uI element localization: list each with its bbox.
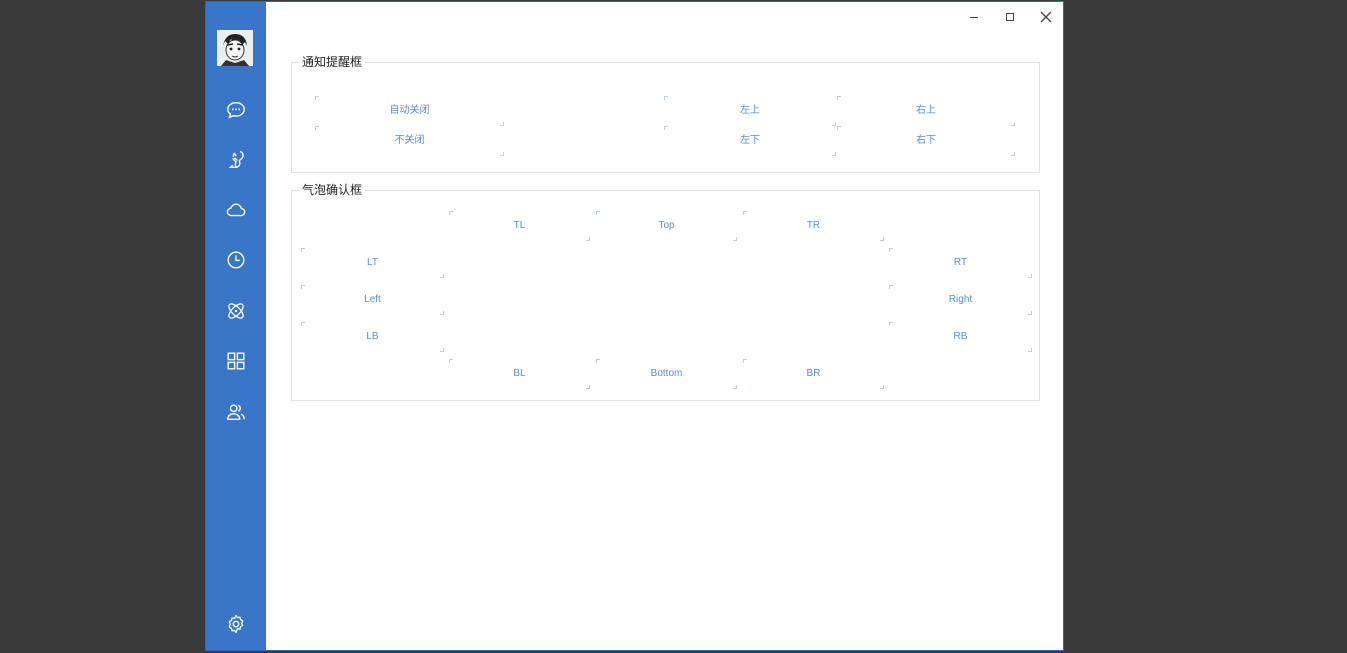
- lt-button[interactable]: LT: [301, 248, 444, 278]
- cloud-icon: [226, 203, 246, 217]
- top-button[interactable]: Top: [596, 211, 737, 241]
- top-left-button[interactable]: 左上: [664, 96, 836, 126]
- no-close-button[interactable]: 不关闭: [315, 126, 504, 156]
- gear-icon: [228, 614, 244, 634]
- nav-history-button[interactable]: [221, 245, 251, 275]
- lb-button[interactable]: LB: [301, 322, 444, 352]
- right-button[interactable]: Right: [889, 285, 1032, 315]
- rt-button[interactable]: RT: [889, 248, 1032, 278]
- top-right-button[interactable]: 右上: [837, 96, 1015, 126]
- settings-button[interactable]: [221, 609, 251, 639]
- atom-icon: [228, 303, 244, 319]
- squirrel-icon: [228, 151, 244, 169]
- br-button[interactable]: BR: [743, 359, 884, 389]
- nav-cloud-button[interactable]: [221, 195, 251, 225]
- bottom-left-button[interactable]: 左下: [664, 126, 836, 156]
- rb-button[interactable]: RB: [889, 322, 1032, 352]
- notification-groupbox: 通知提醒框 自动关闭 不关闭 左上 左下 右上 右下: [291, 54, 1040, 173]
- minimize-icon: [970, 17, 978, 18]
- main-content: 通知提醒框 自动关闭 不关闭 左上 左下 右上 右下 气泡确认框 TL Top …: [266, 2, 1063, 650]
- avatar-image: [217, 30, 253, 66]
- nav-atom-button[interactable]: [221, 296, 251, 326]
- clock-icon: [227, 251, 245, 269]
- bottom-button[interactable]: Bottom: [596, 359, 737, 389]
- tl-button[interactable]: TL: [449, 211, 590, 241]
- bubble-confirm-groupbox: 气泡确认框 TL Top TR LT Left LB RT Right RB B…: [291, 182, 1040, 401]
- nav-apps-button[interactable]: [221, 346, 251, 376]
- grid-icon: [227, 352, 245, 370]
- users-icon: [227, 404, 245, 421]
- chat-bubble-icon: [227, 101, 245, 119]
- bubble-confirm-groupbox-title: 气泡确认框: [300, 182, 365, 198]
- bl-button[interactable]: BL: [449, 359, 590, 389]
- close-button[interactable]: [1035, 8, 1057, 26]
- avatar[interactable]: [217, 30, 253, 66]
- maximize-icon: [1006, 13, 1014, 21]
- sidebar: [206, 2, 266, 650]
- auto-close-button[interactable]: 自动关闭: [315, 96, 504, 126]
- left-button[interactable]: Left: [301, 285, 444, 315]
- tr-button[interactable]: TR: [743, 211, 884, 241]
- app-window: 通知提醒框 自动关闭 不关闭 左上 左下 右上 右下 气泡确认框 TL Top …: [205, 1, 1064, 651]
- close-icon: [1040, 11, 1052, 23]
- maximize-button[interactable]: [999, 8, 1021, 26]
- bottom-right-button[interactable]: 右下: [837, 126, 1015, 156]
- notification-groupbox-title: 通知提醒框: [300, 54, 365, 70]
- nav-contacts-button[interactable]: [221, 397, 251, 427]
- nav-chat-button[interactable]: [221, 95, 251, 125]
- nav-squirrel-button[interactable]: [221, 145, 251, 175]
- minimize-button[interactable]: [963, 8, 985, 26]
